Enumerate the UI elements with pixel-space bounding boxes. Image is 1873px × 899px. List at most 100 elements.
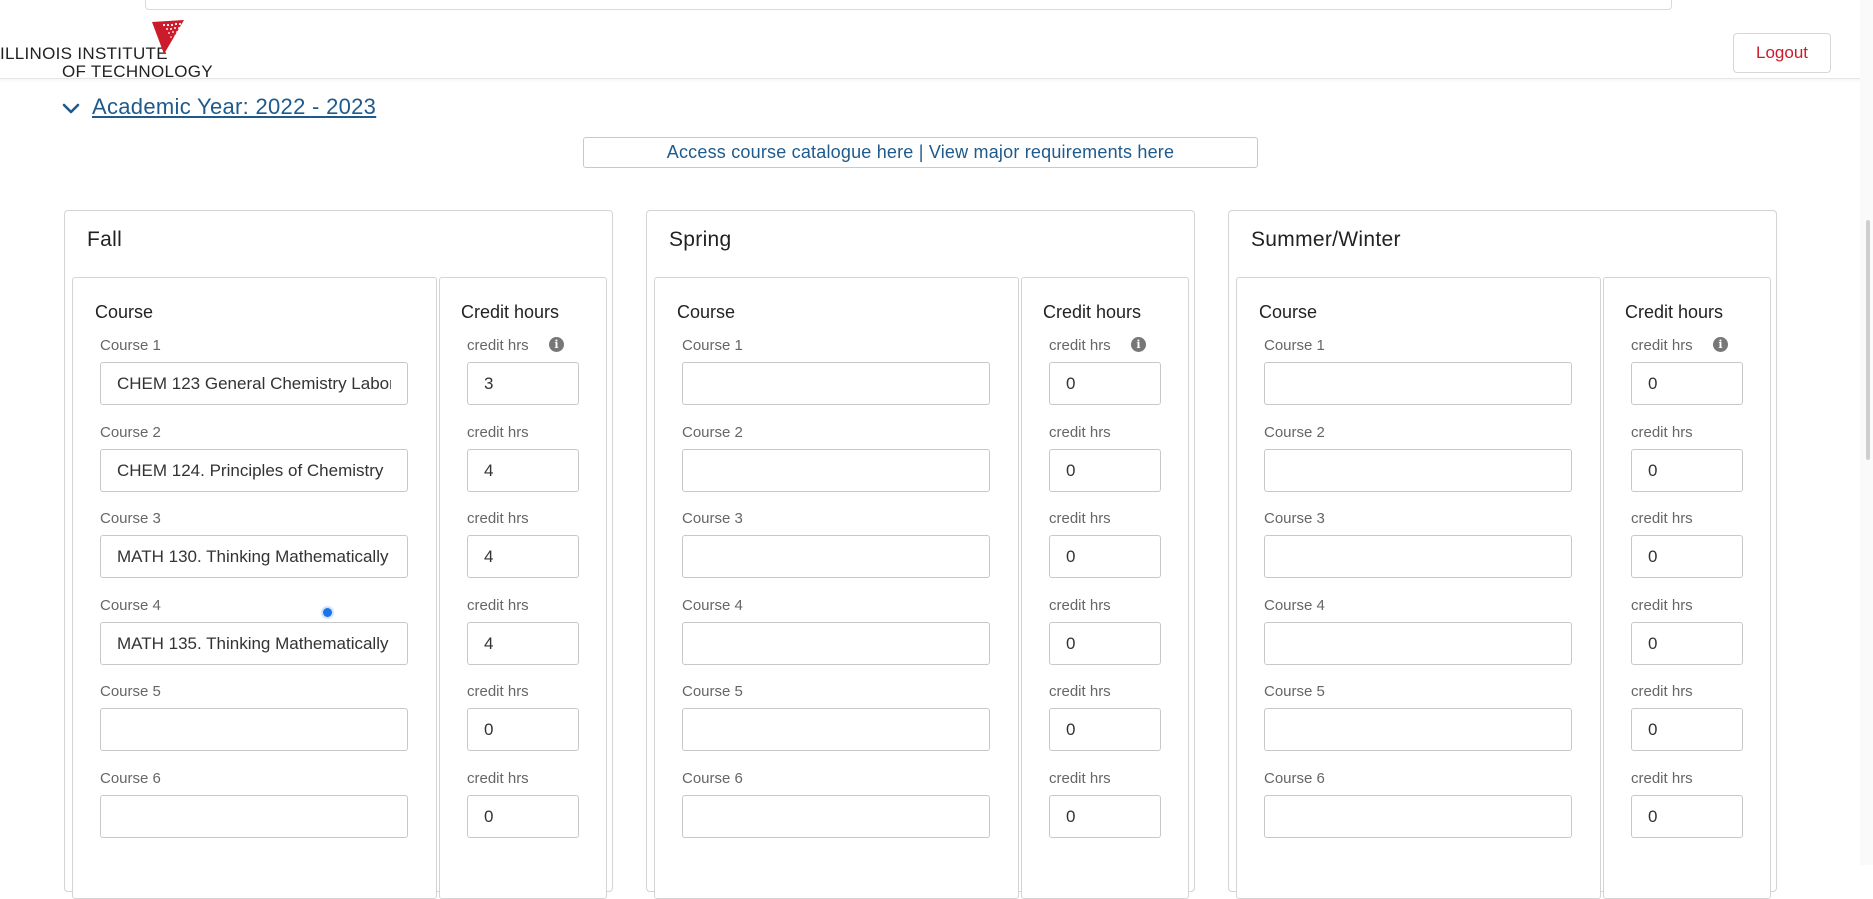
course-label: Course 3 bbox=[1264, 510, 1325, 527]
credit-hours-input[interactable] bbox=[1631, 708, 1743, 751]
course-column: Course Course 1 Course 2 Course 3 Course 4 Co… bbox=[1236, 277, 1601, 899]
course-input[interactable] bbox=[100, 362, 408, 405]
course-label: Course 6 bbox=[1264, 770, 1325, 787]
credit-hours-input[interactable] bbox=[1049, 795, 1161, 838]
course-input[interactable] bbox=[100, 449, 408, 492]
logo-text-line2: OF TECHNOLOGY bbox=[62, 62, 213, 81]
course-input[interactable] bbox=[1264, 449, 1572, 492]
course-input[interactable] bbox=[1264, 795, 1572, 838]
course-label: Course 2 bbox=[100, 424, 161, 441]
credit-hours-input[interactable] bbox=[1049, 708, 1161, 751]
credit-hours-column-header: Credit hours bbox=[1043, 302, 1142, 322]
credit-hours-label: credit hrs bbox=[467, 683, 529, 700]
course-label: Course 4 bbox=[1264, 597, 1325, 614]
course-input[interactable] bbox=[682, 708, 990, 751]
credit-hours-input[interactable] bbox=[467, 795, 579, 838]
course-input[interactable] bbox=[1264, 535, 1572, 578]
chevron-down-icon bbox=[62, 103, 80, 114]
course-input[interactable] bbox=[1264, 708, 1572, 751]
course-input[interactable] bbox=[100, 535, 408, 578]
course-label: Course 6 bbox=[100, 770, 161, 787]
credit-hours-input[interactable] bbox=[467, 362, 579, 405]
course-label: Course 5 bbox=[682, 683, 743, 700]
course-label: Course 4 bbox=[682, 597, 743, 614]
term-panel-summer-winter: Summer/Winter Course Course 1 Course 2 Cours… bbox=[1228, 210, 1777, 899]
credit-hours-column: Credit hours credit hrs i credit hrs credit … bbox=[439, 277, 607, 899]
catalog-links-box: Access course catalogue here | View majo… bbox=[583, 137, 1258, 168]
course-column-header: Course bbox=[95, 302, 154, 322]
term-panel-spring: Spring Course Course 1 Course 2 Course 3 Cour… bbox=[646, 210, 1195, 899]
course-label: Course 3 bbox=[100, 510, 161, 527]
iit-logo[interactable]: ILLINOIS INSTITUTE OF TECHNOLOGY bbox=[0, 20, 213, 81]
course-column: Course Course 1 Course 2 Course 3 Course 4 Co… bbox=[654, 277, 1019, 899]
course-catalogue-link[interactable]: Access course catalogue here bbox=[667, 142, 914, 162]
credit-hours-label: credit hrs bbox=[1049, 770, 1111, 787]
credit-hours-column: Credit hours credit hrs i credit hrs credit … bbox=[1603, 277, 1771, 899]
credit-hours-label: credit hrs bbox=[1049, 683, 1111, 700]
course-column: Course Course 1 Course 2 Course 3 Course 4 Co… bbox=[72, 277, 437, 899]
logo-text-line1: ILLINOIS INSTITUTE bbox=[0, 44, 168, 63]
course-label: Course 4 bbox=[100, 597, 161, 614]
logout-button[interactable]: Logout bbox=[1733, 33, 1831, 73]
course-input[interactable] bbox=[682, 795, 990, 838]
header-bar: ILLINOIS INSTITUTE OF TECHNOLOGY Logout bbox=[0, 10, 1860, 81]
credit-hours-label: credit hrs bbox=[1631, 337, 1693, 354]
cursor-indicator bbox=[323, 608, 332, 617]
credit-hours-label: credit hrs bbox=[1631, 683, 1693, 700]
credit-hours-input[interactable] bbox=[467, 708, 579, 751]
credit-hours-input[interactable] bbox=[1049, 622, 1161, 665]
info-icon[interactable]: i bbox=[1713, 337, 1728, 352]
credit-hours-input[interactable] bbox=[467, 535, 579, 578]
credit-hours-label: credit hrs bbox=[1049, 424, 1111, 441]
credit-hours-label: credit hrs bbox=[467, 770, 529, 787]
course-label: Course 5 bbox=[1264, 683, 1325, 700]
credit-hours-label: credit hrs bbox=[1049, 597, 1111, 614]
course-input[interactable] bbox=[682, 362, 990, 405]
credit-hours-column: Credit hours credit hrs i credit hrs credit … bbox=[1021, 277, 1189, 899]
course-input[interactable] bbox=[100, 795, 408, 838]
term-title: Spring bbox=[669, 228, 732, 251]
credit-hours-input[interactable] bbox=[1631, 535, 1743, 578]
credit-hours-label: credit hrs bbox=[467, 424, 529, 441]
links-separator: | bbox=[918, 142, 924, 162]
info-icon[interactable]: i bbox=[549, 337, 564, 352]
credit-hours-label: credit hrs bbox=[1631, 597, 1693, 614]
course-label: Course 2 bbox=[682, 424, 743, 441]
scrollbar-thumb[interactable] bbox=[1866, 220, 1870, 460]
course-label: Course 1 bbox=[100, 337, 161, 354]
credit-hours-input[interactable] bbox=[1049, 362, 1161, 405]
course-label: Course 2 bbox=[1264, 424, 1325, 441]
credit-hours-input[interactable] bbox=[1049, 535, 1161, 578]
credit-hours-input[interactable] bbox=[1631, 795, 1743, 838]
credit-hours-column-header: Credit hours bbox=[461, 302, 560, 322]
major-requirements-link[interactable]: View major requirements here bbox=[929, 142, 1174, 162]
course-label: Course 5 bbox=[100, 683, 161, 700]
credit-hours-input[interactable] bbox=[1049, 449, 1161, 492]
course-input[interactable] bbox=[682, 535, 990, 578]
course-input[interactable] bbox=[100, 622, 408, 665]
course-label: Course 1 bbox=[682, 337, 743, 354]
academic-year-toggle[interactable]: Academic Year: 2022 - 2023 bbox=[60, 94, 376, 120]
course-input[interactable] bbox=[1264, 362, 1572, 405]
credit-hours-label: credit hrs bbox=[467, 510, 529, 527]
course-label: Course 3 bbox=[682, 510, 743, 527]
credit-hours-input[interactable] bbox=[467, 449, 579, 492]
info-icon[interactable]: i bbox=[1131, 337, 1146, 352]
course-input[interactable] bbox=[100, 708, 408, 751]
credit-hours-label: credit hrs bbox=[467, 597, 529, 614]
term-title: Summer/Winter bbox=[1251, 228, 1401, 251]
credit-hours-label: credit hrs bbox=[467, 337, 529, 354]
credit-hours-label: credit hrs bbox=[1631, 424, 1693, 441]
course-label: Course 1 bbox=[1264, 337, 1325, 354]
credit-hours-label: credit hrs bbox=[1049, 337, 1111, 354]
credit-hours-input[interactable] bbox=[1631, 622, 1743, 665]
course-input[interactable] bbox=[1264, 622, 1572, 665]
iit-logo-mark-icon bbox=[152, 20, 184, 54]
course-input[interactable] bbox=[682, 622, 990, 665]
academic-year-link[interactable]: Academic Year: 2022 - 2023 bbox=[92, 94, 376, 120]
credit-hours-input[interactable] bbox=[467, 622, 579, 665]
course-input[interactable] bbox=[682, 449, 990, 492]
credit-hours-label: credit hrs bbox=[1049, 510, 1111, 527]
credit-hours-input[interactable] bbox=[1631, 362, 1743, 405]
credit-hours-input[interactable] bbox=[1631, 449, 1743, 492]
